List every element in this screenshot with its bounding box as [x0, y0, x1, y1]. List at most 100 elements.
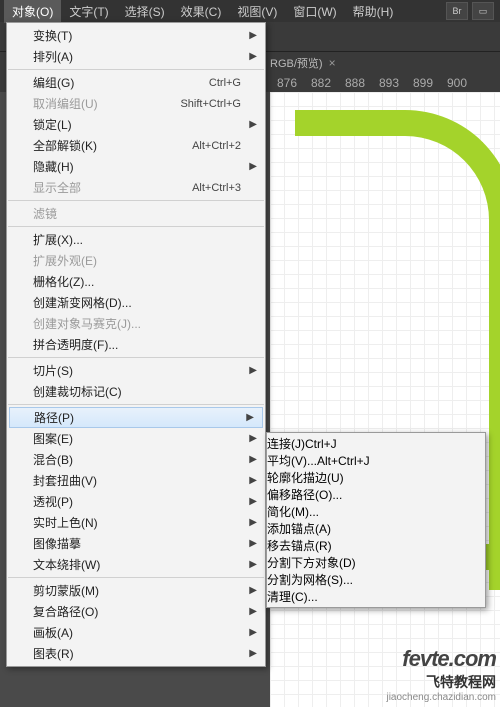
- menu-item-label: 创建对象马赛克(J)...: [33, 315, 141, 332]
- close-icon[interactable]: ×: [329, 56, 336, 70]
- canvas[interactable]: [270, 92, 500, 707]
- menu-item-label: 栅格化(Z)...: [33, 273, 94, 290]
- menu-shortcut: Shift+Ctrl+G: [180, 98, 241, 110]
- object-menu: 变换(T)▶排列(A)▶ 编组(G)Ctrl+G 取消编组(U) Shift+Ctrl…: [6, 22, 266, 667]
- menu-view[interactable]: 视图(V): [229, 0, 285, 23]
- menu-item[interactable]: 扩展(X)...: [7, 229, 265, 250]
- menu-item[interactable]: 创建渐变网格(D)...: [7, 292, 265, 313]
- ruler-tick: 899: [406, 76, 440, 90]
- menu-item[interactable]: 文本绕排(W) ▶: [7, 554, 265, 575]
- ruler-tick: 893: [372, 76, 406, 90]
- menu-item-label: 锁定(L): [33, 116, 72, 133]
- menu-item: 扩展外观(E): [7, 250, 265, 271]
- bridge-icon[interactable]: Br: [446, 2, 468, 20]
- menu-item[interactable]: 画板(A)▶: [7, 622, 265, 643]
- menu-separator: [8, 226, 264, 227]
- chevron-right-icon: ▶: [246, 412, 254, 423]
- ruler-tick: 888: [338, 76, 372, 90]
- path-submenu: 连接(J)Ctrl+J平均(V)...Alt+Ctrl+J 轮廓化描边(U)偏移路…: [266, 432, 486, 608]
- watermark-url: jiaocheng.chazidian.com: [386, 692, 496, 703]
- chevron-right-icon: ▶: [249, 517, 257, 528]
- menu-help[interactable]: 帮助(H): [345, 0, 402, 23]
- chevron-right-icon: ▶: [249, 496, 257, 507]
- menu-item-label: 图表(R): [33, 645, 74, 662]
- menu-item[interactable]: 混合(B)▶: [7, 449, 265, 470]
- menu-item-label: 轮廓化描边(U): [267, 471, 344, 485]
- menu-item[interactable]: 锁定(L)▶: [7, 114, 265, 135]
- watermark: fevte.com 飞特教程网 jiaocheng.chazidian.com: [386, 646, 496, 703]
- menu-object[interactable]: 对象(O): [4, 0, 61, 23]
- arrange-icon[interactable]: ▭: [472, 2, 494, 20]
- chevron-right-icon: ▶: [249, 161, 257, 172]
- menu-item-label: 实时上色(N): [33, 514, 98, 531]
- menubar: 对象(O) 文字(T) 选择(S) 效果(C) 视图(V) 窗口(W) 帮助(H…: [0, 0, 500, 22]
- menu-item[interactable]: 拼合透明度(F)...: [7, 334, 265, 355]
- menu-item[interactable]: 添加锚点(A): [267, 520, 485, 537]
- menu-separator: [8, 69, 264, 70]
- menu-item[interactable]: 封套扭曲(V)▶: [7, 470, 265, 491]
- menu-item[interactable]: 实时上色(N) ▶: [7, 512, 265, 533]
- menu-item-label: 连接(J): [267, 437, 305, 451]
- menu-item[interactable]: 轮廓化描边(U): [267, 469, 485, 486]
- menu-item-label: 添加锚点(A): [267, 522, 331, 536]
- menu-item-label: 文本绕排(W): [33, 556, 100, 573]
- document-tab[interactable]: RGB/预览): [270, 55, 323, 71]
- menu-item-label: 切片(S): [33, 362, 73, 379]
- chevron-right-icon: ▶: [249, 51, 257, 62]
- menu-item[interactable]: 排列(A)▶: [7, 46, 265, 67]
- chevron-right-icon: ▶: [249, 606, 257, 617]
- menu-item[interactable]: 剪切蒙版(M)▶: [7, 580, 265, 601]
- menu-item[interactable]: 分割为网格(S)...: [267, 571, 485, 588]
- menu-item[interactable]: 全部解锁(K) Alt+Ctrl+2: [7, 135, 265, 156]
- menu-item[interactable]: 创建裁切标记(C): [7, 381, 265, 402]
- menu-item[interactable]: 切片(S) ▶: [7, 360, 265, 381]
- chevron-right-icon: ▶: [249, 538, 257, 549]
- menu-item-label: 拼合透明度(F)...: [33, 336, 118, 353]
- menu-text[interactable]: 文字(T): [61, 0, 116, 23]
- menu-item[interactable]: 连接(J)Ctrl+J: [267, 435, 485, 452]
- menu-item[interactable]: 图案(E)▶: [7, 428, 265, 449]
- menu-item-label: 画板(A): [33, 624, 73, 641]
- menu-item-label: 分割下方对象(D): [267, 556, 356, 570]
- menu-item-label: 图像描摹: [33, 535, 81, 552]
- menu-separator: [8, 404, 264, 405]
- menu-item[interactable]: 简化(M)...: [267, 503, 485, 520]
- menu-item: 滤镜: [7, 203, 265, 224]
- chevron-right-icon: ▶: [249, 559, 257, 570]
- menu-item: 分割下方对象(D): [267, 554, 485, 571]
- menu-item[interactable]: 偏移路径(O)...: [267, 486, 485, 503]
- menu-item[interactable]: 复合路径(O) ▶: [7, 601, 265, 622]
- menu-shortcut: Alt+Ctrl+3: [192, 182, 241, 194]
- menu-item-label: 扩展外观(E): [33, 252, 97, 269]
- menu-item[interactable]: 路径(P)▶: [9, 407, 263, 428]
- menu-item-label: 清理(C)...: [267, 590, 318, 604]
- menu-effect[interactable]: 效果(C): [173, 0, 230, 23]
- menu-item[interactable]: 变换(T)▶: [7, 25, 265, 46]
- menu-item-label: 复合路径(O): [33, 603, 98, 620]
- menu-item[interactable]: 清理(C)...: [267, 588, 485, 605]
- menu-window[interactable]: 窗口(W): [285, 0, 344, 23]
- menu-item-label: 封套扭曲(V): [33, 472, 97, 489]
- menu-separator: [8, 357, 264, 358]
- menu-item: 取消编组(U) Shift+Ctrl+G: [7, 93, 265, 114]
- menu-item[interactable]: 栅格化(Z)...: [7, 271, 265, 292]
- chevron-right-icon: ▶: [249, 30, 257, 41]
- menu-item: 显示全部Alt+Ctrl+3: [7, 177, 265, 198]
- menu-item-label: 扩展(X)...: [33, 231, 83, 248]
- chevron-right-icon: ▶: [249, 585, 257, 596]
- menu-item[interactable]: 图像描摹 ▶: [7, 533, 265, 554]
- menu-item-label: 透视(P): [33, 493, 73, 510]
- menu-item[interactable]: 图表(R)▶: [7, 643, 265, 664]
- chevron-right-icon: ▶: [249, 365, 257, 376]
- menu-item-label: 全部解锁(K): [33, 137, 97, 154]
- menu-separator: [8, 200, 264, 201]
- menu-item[interactable]: 平均(V)...Alt+Ctrl+J: [267, 452, 485, 469]
- menu-item[interactable]: 编组(G)Ctrl+G: [7, 72, 265, 93]
- menu-item[interactable]: 透视(P) ▶: [7, 491, 265, 512]
- menu-item-label: 取消编组(U): [33, 95, 98, 112]
- menu-shortcut: Alt+Ctrl+J: [317, 454, 370, 468]
- menu-select[interactable]: 选择(S): [117, 0, 173, 23]
- menu-separator: [8, 577, 264, 578]
- menu-shortcut: Alt+Ctrl+2: [192, 140, 241, 152]
- menu-item[interactable]: 隐藏(H)▶: [7, 156, 265, 177]
